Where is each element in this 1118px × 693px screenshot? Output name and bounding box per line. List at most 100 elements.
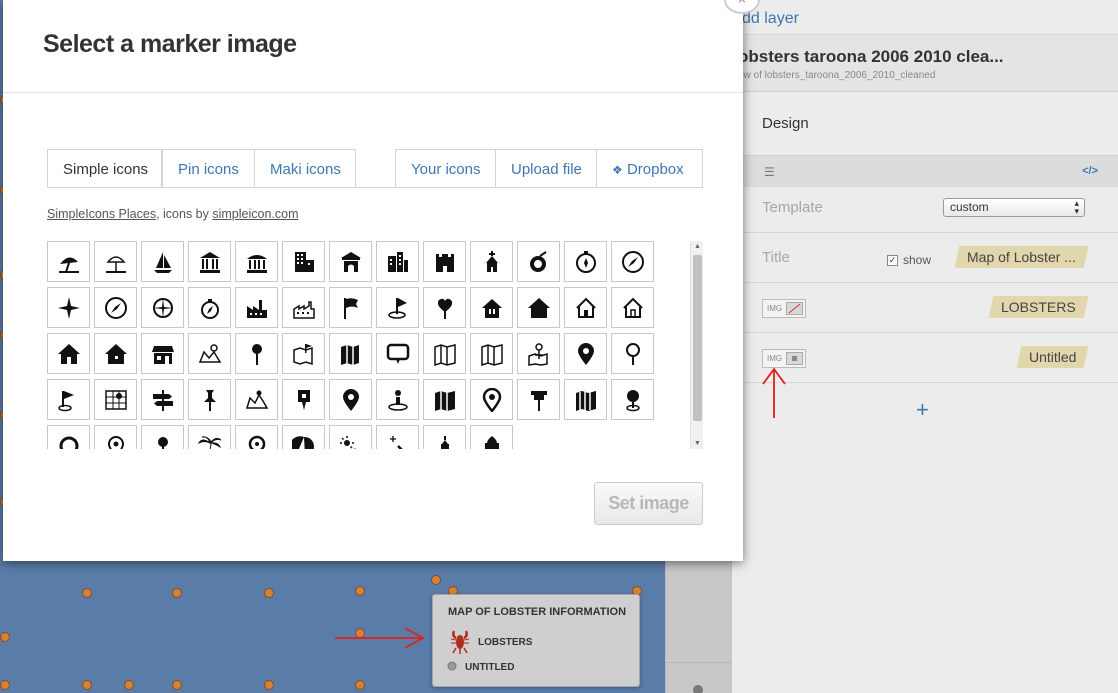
museum-2-icon[interactable] xyxy=(235,241,278,282)
city-buildings-icon[interactable] xyxy=(376,241,419,282)
map-grid-pin-icon[interactable] xyxy=(94,379,137,420)
house-door-icon[interactable] xyxy=(470,287,513,328)
set-image-button[interactable]: Set image xyxy=(594,482,703,525)
temple-icon[interactable] xyxy=(329,241,372,282)
castle-icon[interactable] xyxy=(423,241,466,282)
pin-small-icon[interactable] xyxy=(94,425,137,449)
map-point-marker[interactable] xyxy=(355,680,365,690)
sun-wand-icon[interactable] xyxy=(329,425,372,449)
map-point-marker[interactable] xyxy=(124,680,134,690)
map-folded-icon[interactable] xyxy=(423,333,466,374)
list-icon[interactable]: ☰ xyxy=(764,165,775,179)
layer-name-lobsters[interactable]: LOBSTERS xyxy=(988,296,1089,318)
simpleicons-places-link[interactable]: SimpleIcons Places xyxy=(47,207,156,221)
template-select[interactable]: custom ▴ ▾ xyxy=(943,198,1085,217)
church-icon[interactable] xyxy=(470,241,513,282)
compass-star-icon[interactable] xyxy=(141,287,184,328)
map-point-marker[interactable] xyxy=(264,588,274,598)
pin-stick-icon[interactable] xyxy=(141,425,184,449)
map-anchor-icon[interactable] xyxy=(517,333,560,374)
house-outline-icon[interactable] xyxy=(564,287,607,328)
map-point-marker[interactable] xyxy=(82,588,92,598)
tab-maki-icons[interactable]: Maki icons xyxy=(254,149,356,188)
map-point-marker[interactable] xyxy=(0,680,10,690)
zoom-handle-icon[interactable] xyxy=(693,685,703,693)
compass-rose-icon[interactable] xyxy=(47,287,90,328)
tab-your-icons[interactable]: Your icons xyxy=(395,149,496,188)
map-pin-icon[interactable] xyxy=(235,333,278,374)
pushpin-2-icon[interactable] xyxy=(517,379,560,420)
location-pin-icon[interactable] xyxy=(564,333,607,374)
museum-icon[interactable] xyxy=(188,241,231,282)
map-point-marker[interactable] xyxy=(172,588,182,598)
map-book-icon[interactable] xyxy=(423,379,466,420)
map-point-marker[interactable] xyxy=(431,575,441,585)
pin-disc-icon[interactable] xyxy=(611,379,654,420)
tab-upload-file[interactable]: Upload file xyxy=(495,149,597,188)
cocktail-icon[interactable] xyxy=(517,241,560,282)
layer-title[interactable]: obsters taroona 2006 2010 clea... xyxy=(738,47,1004,67)
map-point-marker[interactable] xyxy=(264,680,274,690)
golf-flag-icon[interactable] xyxy=(376,287,419,328)
title-value-field[interactable]: Map of Lobster ... xyxy=(954,246,1089,268)
pin-ring-icon[interactable] xyxy=(47,425,90,449)
tab-design[interactable]: Design xyxy=(762,115,809,132)
tab-simple-icons[interactable]: Simple icons xyxy=(47,149,162,188)
golf-flag-2-icon[interactable] xyxy=(47,379,90,420)
house-icon[interactable] xyxy=(517,287,560,328)
pin-round-icon[interactable] xyxy=(235,425,278,449)
flag-icon[interactable] xyxy=(329,287,372,328)
mosque-icon[interactable] xyxy=(470,425,513,449)
map-marker-square-icon[interactable] xyxy=(282,379,325,420)
compass-dial-icon[interactable] xyxy=(564,241,607,282)
signpost-icon[interactable] xyxy=(141,379,184,420)
map-folded-flag-icon[interactable] xyxy=(282,333,325,374)
map-marker-icon[interactable] xyxy=(329,379,372,420)
palm-tree-icon[interactable] xyxy=(188,425,231,449)
map-route-icon[interactable] xyxy=(188,333,231,374)
compass-circle-icon[interactable] xyxy=(94,287,137,328)
scrollbar-thumb[interactable] xyxy=(693,255,702,421)
house-outline-2-icon[interactable] xyxy=(611,287,654,328)
factory-2-icon[interactable] xyxy=(282,287,325,328)
tab-dropbox[interactable]: ❖ Dropbox xyxy=(596,149,703,188)
map-folded-2-icon[interactable] xyxy=(470,333,513,374)
layer-name-untitled[interactable]: Untitled xyxy=(1016,346,1089,368)
map-point-marker[interactable] xyxy=(172,680,182,690)
compass-icon[interactable] xyxy=(611,241,654,282)
sunset-icon[interactable] xyxy=(282,425,325,449)
person-pin-icon[interactable] xyxy=(376,379,419,420)
shop-icon[interactable] xyxy=(141,333,184,374)
map-book-2-icon[interactable] xyxy=(564,379,607,420)
office-building-icon[interactable] xyxy=(282,241,325,282)
image-chip-lobsters[interactable]: IMG xyxy=(762,299,806,318)
scroll-down-icon[interactable]: ▼ xyxy=(694,440,701,447)
map-mountain-icon[interactable] xyxy=(235,379,278,420)
map-marker-2-icon[interactable] xyxy=(470,379,513,420)
house-solid-icon[interactable] xyxy=(47,333,90,374)
tower-icon[interactable] xyxy=(423,425,466,449)
house-solid-2-icon[interactable] xyxy=(94,333,137,374)
beach-umbrella-icon[interactable] xyxy=(47,241,90,282)
pushpin-icon[interactable] xyxy=(188,379,231,420)
sparkle-wand-icon[interactable] xyxy=(376,425,419,449)
beach-umbrella-2-icon[interactable] xyxy=(94,241,137,282)
map-folded-solid-icon[interactable] xyxy=(329,333,372,374)
add-layer-button[interactable]: dd layer xyxy=(732,0,1118,34)
map-point-marker[interactable] xyxy=(355,586,365,596)
map-point-marker[interactable] xyxy=(0,632,10,642)
location-pin-2-icon[interactable] xyxy=(611,333,654,374)
icon-grid-scrollbar[interactable]: ▲ ▼ xyxy=(690,241,703,449)
sailboat-icon[interactable] xyxy=(141,241,184,282)
compass-small-icon[interactable] xyxy=(188,287,231,328)
show-title-checkbox[interactable]: ✓ xyxy=(887,255,898,266)
code-icon[interactable]: </> xyxy=(1082,165,1098,177)
simpleicon-link[interactable]: simpleicon.com xyxy=(212,207,298,221)
factory-icon[interactable] xyxy=(235,287,278,328)
scroll-up-icon[interactable]: ▲ xyxy=(694,243,701,250)
speech-pin-icon[interactable] xyxy=(376,333,419,374)
pin-heart-icon[interactable] xyxy=(423,287,466,328)
map-point-marker[interactable] xyxy=(82,680,92,690)
tab-pin-icons[interactable]: Pin icons xyxy=(162,149,255,188)
add-row-button[interactable]: + xyxy=(916,397,929,423)
